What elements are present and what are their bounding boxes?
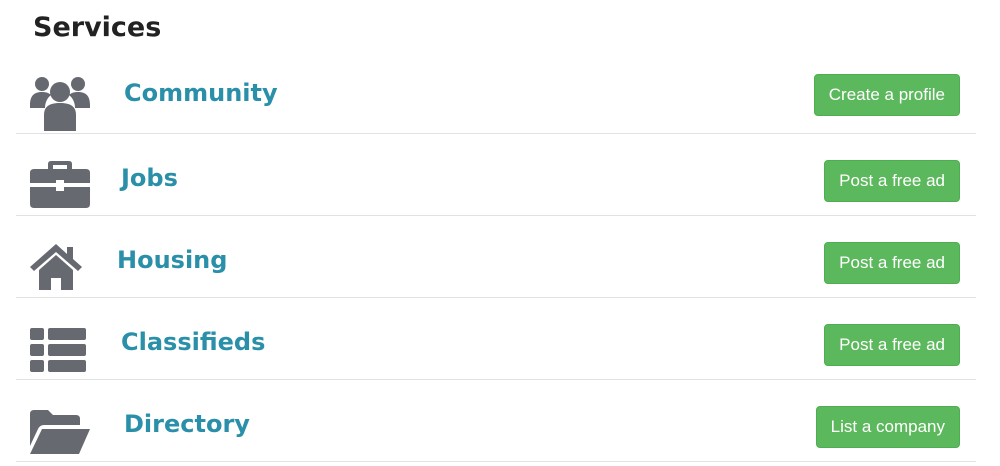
service-link-classifieds[interactable]: Classifieds xyxy=(121,326,265,358)
service-row-jobs: Jobs Post a free ad xyxy=(16,134,976,216)
list-company-button[interactable]: List a company xyxy=(815,406,960,448)
service-link-community[interactable]: Community xyxy=(124,77,278,109)
service-row-classifieds: Classifieds Post a free ad xyxy=(16,298,976,380)
create-profile-button[interactable]: Create a profile xyxy=(813,74,960,116)
list-icon xyxy=(30,328,86,372)
home-icon xyxy=(30,244,82,290)
briefcase-icon xyxy=(30,159,90,209)
post-free-ad-housing-button[interactable]: Post a free ad xyxy=(824,242,960,284)
service-link-directory[interactable]: Directory xyxy=(124,408,250,440)
folder-open-icon xyxy=(30,410,90,454)
service-link-housing[interactable]: Housing xyxy=(117,244,227,276)
service-link-jobs[interactable]: Jobs xyxy=(121,162,178,194)
services-list: Community Create a profile Jobs Post a f… xyxy=(16,55,976,462)
services-heading: Services xyxy=(33,12,162,43)
service-row-directory: Directory List a company xyxy=(16,380,976,462)
service-row-community: Community Create a profile xyxy=(16,55,976,134)
service-row-housing: Housing Post a free ad xyxy=(16,216,976,298)
post-free-ad-classifieds-button[interactable]: Post a free ad xyxy=(824,324,960,366)
users-icon xyxy=(30,75,90,131)
post-free-ad-jobs-button[interactable]: Post a free ad xyxy=(824,160,960,202)
